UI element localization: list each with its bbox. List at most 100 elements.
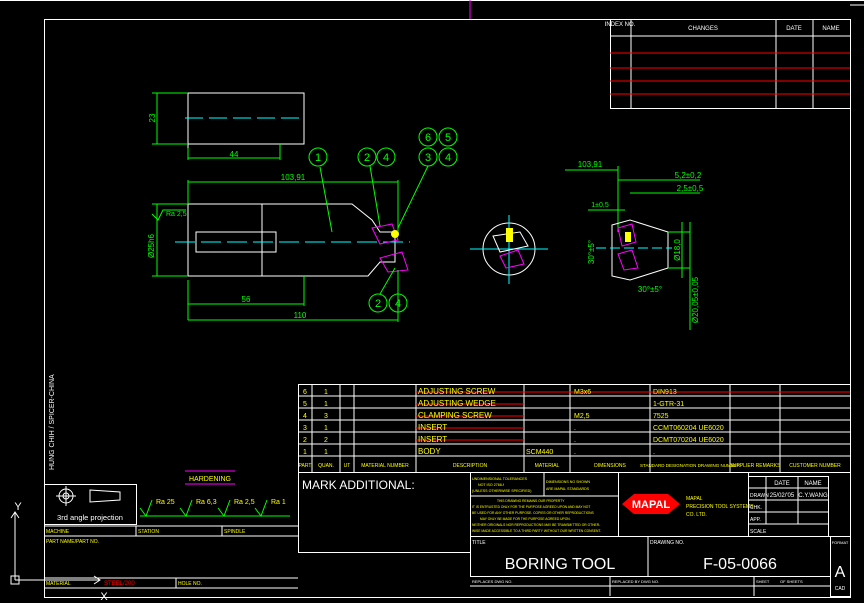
dim-1: 1±0,5: [591, 202, 609, 209]
part-4-name: CLAMPING SCREW: [418, 411, 492, 420]
drawn-name: C.Y.WANG: [798, 493, 828, 499]
svg-text:2: 2: [375, 298, 381, 310]
svg-text:SCALE: SCALE: [750, 529, 767, 535]
svg-text:MACHINE: MACHINE: [46, 529, 70, 535]
svg-text:SHEET: SHEET: [756, 579, 770, 584]
projection-label: 3rd angle projection: [57, 513, 123, 522]
svg-text:FORMAT: FORMAT: [832, 540, 849, 545]
svg-text:.: .: [574, 449, 576, 456]
svg-text:7525: 7525: [653, 413, 669, 420]
svg-text:CO. LTD.: CO. LTD.: [686, 512, 707, 518]
title-row: TITLE BORING TOOL DRAWING NO. F-05-0066 …: [470, 536, 851, 597]
side-text: HUNG CHIH / SPICER-CHINA: [49, 374, 56, 470]
rev-header-name: NAME: [822, 26, 839, 32]
format-value: A: [835, 564, 846, 581]
svg-text:1-GTR-31: 1-GTR-31: [653, 401, 684, 408]
surface-ra6-3: Ra 6,3: [196, 499, 217, 506]
svg-text:PART NAME/PART NO.: PART NAME/PART NO.: [46, 539, 99, 545]
svg-text:REPLACED BY DWG NO.: REPLACED BY DWG NO.: [612, 579, 659, 584]
part-2-name: INSERT: [418, 435, 447, 444]
roughness-ra25: Ra 2,5: [166, 211, 187, 218]
svg-text:5: 5: [445, 132, 451, 144]
svg-text:MAPAL: MAPAL: [686, 496, 703, 502]
rev-header-date: DATE: [786, 26, 802, 32]
dim-30-horizontal: 30°±5°: [638, 285, 662, 294]
parts-list: 6 1 ADJUSTING SCREW M3x6 DIN913 5 1 ADJU…: [298, 384, 851, 473]
svg-text:1: 1: [324, 389, 328, 396]
svg-text:CAD: CAD: [835, 586, 846, 592]
svg-text:M2,5: M2,5: [574, 413, 590, 420]
svg-text:5: 5: [303, 401, 307, 408]
svg-text:CUSTOMER NUMBER: CUSTOMER NUMBER: [789, 463, 841, 469]
svg-text:DRAWING NO.: DRAWING NO.: [650, 540, 684, 546]
svg-text:MATERIAL NUMBER: MATERIAL NUMBER: [361, 463, 409, 469]
svg-text:SPINDLE: SPINDLE: [224, 529, 246, 535]
axis-x-label: X: [100, 591, 108, 603]
svg-text:.: .: [653, 449, 655, 456]
svg-text:3: 3: [324, 413, 328, 420]
svg-text:REPLACES DWG NO.: REPLACES DWG NO.: [472, 579, 512, 584]
svg-text:4: 4: [445, 152, 451, 164]
svg-text:1: 1: [324, 401, 328, 408]
rev-header-changes: CHANGES: [688, 26, 718, 32]
svg-text:3: 3: [425, 152, 431, 164]
drawing-frame: [44, 19, 851, 598]
part-1-name: BODY: [418, 447, 441, 456]
svg-text:UNDIMENSIONAL TOLERANCES: UNDIMENSIONAL TOLERANCES: [472, 477, 528, 481]
svg-text:.: .: [574, 437, 576, 444]
svg-text:NAME: NAME: [804, 481, 821, 487]
dim-56: 56: [242, 295, 251, 304]
dim-44: 44: [230, 150, 239, 159]
svg-text:DCMT070204 UE6020: DCMT070204 UE6020: [653, 437, 724, 444]
svg-text:2: 2: [303, 437, 307, 444]
tolerance-notes: UNDIMENSIONAL TOLERANCES NOT ISO 2768-f …: [470, 472, 619, 537]
svg-text:BE USED FOR ANY OTHER PURPOSE.: BE USED FOR ANY OTHER PURPOSE. COPIES OR…: [472, 511, 595, 515]
svg-text:(UNLESS OTHERWISE SPECIFIED): (UNLESS OTHERWISE SPECIFIED): [472, 489, 531, 493]
left-title-fields: MACHINE STATION SPINDLE PART NAME/PART N…: [44, 525, 298, 589]
svg-text:STATION: STATION: [138, 529, 159, 535]
svg-text:3: 3: [303, 425, 307, 432]
svg-text:M3x6: M3x6: [574, 389, 591, 396]
svg-text:PRECISION TOOL SYSTEMS: PRECISION TOOL SYSTEMS: [686, 504, 754, 510]
svg-text:QUAN.: QUAN.: [318, 463, 334, 469]
end-view: [470, 215, 548, 284]
item-balloons: 1 2 4 6 5 3 4 2 4: [308, 127, 458, 313]
svg-text:PART: PART: [299, 463, 312, 469]
svg-text:OF SHEETS: OF SHEETS: [780, 579, 803, 584]
main-view: 103,91 56 110 Ø25h6 Ra 2,5: [147, 173, 410, 322]
dim-2-5: 2,5±0,5: [677, 184, 704, 193]
svg-text:ARE MAPAL STANDARDS: ARE MAPAL STANDARDS: [546, 487, 590, 491]
svg-text:DIMENSIONS: DIMENSIONS: [594, 463, 626, 469]
svg-text:NOT ISO 2768-f: NOT ISO 2768-f: [478, 483, 504, 487]
dim-25h6: Ø25h6: [147, 233, 156, 258]
svg-text:DIMENSIONS NO SHOWN: DIMENSIONS NO SHOWN: [546, 480, 590, 484]
drawing-title: BORING TOOL: [505, 556, 616, 573]
svg-text:APP.: APP.: [750, 517, 761, 523]
svg-text:1: 1: [324, 425, 328, 432]
company-block: MAPAL MAPAL PRECISION TOOL SYSTEMS CO. L…: [618, 472, 754, 537]
detail-view: 103,91 5,2±0,2 2,5±0,5 1±0,5 30°±5° 30°±…: [565, 160, 704, 330]
svg-text:MATERIAL: MATERIAL: [46, 581, 71, 587]
svg-text:MAY ONLY BE MADE FOR THE PURPO: MAY ONLY BE MADE FOR THE PURPOSE AGREED …: [480, 517, 571, 521]
mark-additional: MARK ADDITIONAL:: [302, 478, 415, 492]
rev-header-index: INDEX NO.: [605, 22, 636, 28]
hardening-label: HARDENING: [189, 476, 231, 483]
svg-text:DRAWN: DRAWN: [750, 493, 769, 499]
svg-text:STANDARD DESIGNATION DRAWING N: STANDARD DESIGNATION DRAWING NUMBER: [640, 463, 741, 468]
svg-text:MATERIAL: MATERIAL: [535, 463, 560, 469]
svg-text:NEITHER ORIGINALS NOR REPRODUC: NEITHER ORIGINALS NOR REPRODUCTIONS MAY …: [472, 523, 600, 527]
svg-text:WISE MADE ACCESSIBLE TO A THIR: WISE MADE ACCESSIBLE TO A THIRD PARTY WI…: [472, 529, 601, 533]
svg-text:6: 6: [303, 389, 307, 396]
part-5-name: ADJUSTING WEDGE: [418, 399, 496, 408]
svg-text:DIN913: DIN913: [653, 389, 677, 396]
svg-text:1: 1: [315, 152, 321, 164]
svg-text:CCMT060204 UE6020: CCMT060204 UE6020: [653, 425, 724, 432]
svg-text:4: 4: [395, 298, 401, 310]
svg-text:1: 1: [303, 449, 307, 456]
svg-text:HOLE NO.: HOLE NO.: [178, 581, 202, 587]
drawn-date: 25/02/'05: [770, 493, 795, 499]
part-3-name: INSERT: [418, 423, 447, 432]
projection-cone-icon: [89, 489, 121, 503]
dim-23: 23: [148, 113, 157, 122]
svg-text:SUPPLIER REMARKS: SUPPLIER REMARKS: [730, 463, 782, 469]
